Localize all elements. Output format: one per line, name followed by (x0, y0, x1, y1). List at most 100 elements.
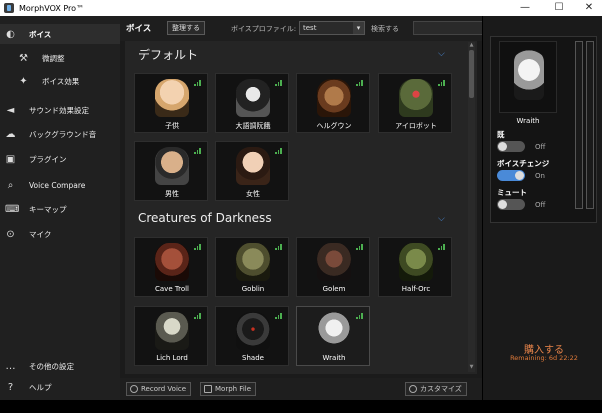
voice-name: ヘルグウン (316, 122, 352, 130)
input-level-meter (575, 41, 583, 209)
voice-icon: ◐ (6, 28, 15, 40)
more-icon: … (5, 360, 16, 372)
sidebar-item-other-settings[interactable]: … その他の設定 (0, 356, 120, 376)
sidebar-item-label: Voice Compare (29, 180, 86, 190)
tools-icon: ⚒ (19, 52, 28, 64)
cloud-icon: ☁ (5, 128, 16, 140)
trial-remaining: Remaining: 6d 22:22 (510, 354, 578, 362)
voice-card-child[interactable]: 子供 (134, 73, 208, 133)
signal-icon (194, 313, 201, 319)
voice-thumbnail (399, 243, 433, 281)
voice-card-cave-troll[interactable]: Cave Troll (134, 237, 208, 297)
signal-icon (356, 80, 363, 86)
voice-thumbnail (236, 79, 270, 117)
output-level-meter (586, 41, 594, 209)
section-title-creatures: Creatures of Darkness (138, 211, 272, 225)
sidebar: ◐ ボイス ⚒ 微調整 ✦ ボイス効果 ◄ サウンド効果設定 ☁ バックグラウン… (0, 16, 120, 400)
mute-state: Off (535, 201, 546, 209)
sidebar-item-voice[interactable]: ◐ ボイス (0, 24, 120, 44)
status-panel: Wraith 既 Off ボイスチェンジ On ミュート Off 購入する Re… (482, 16, 602, 400)
voice-thumbnail (236, 147, 270, 185)
sidebar-item-background[interactable]: ☁ バックグラウンド音 (0, 124, 120, 144)
sidebar-item-voice-effects[interactable]: ✦ ボイス効果 (0, 71, 120, 91)
minimize-button[interactable]: — (512, 0, 538, 16)
listen-state: Off (535, 143, 546, 151)
voice-card-lich-lord[interactable]: Lich Lord (134, 306, 208, 366)
record-voice-button[interactable]: Record Voice (126, 382, 192, 396)
bottom-strip (0, 400, 602, 413)
voice-list-scrollbar[interactable]: ▲ ▼ (468, 42, 475, 372)
morph-file-button[interactable]: Morph File (200, 382, 257, 396)
sidebar-item-label: 微調整 (42, 53, 65, 63)
plus-icon (409, 385, 417, 393)
voice-card-hellgoon[interactable]: ヘルグウン (296, 73, 370, 133)
window-title: MorphVOX Pro™ (19, 3, 85, 13)
section-title-default: デフォルト (138, 48, 199, 62)
sidebar-item-label: バックグラウンド音 (29, 129, 97, 139)
plugin-icon: ▣ (5, 153, 16, 165)
sidebar-item-mic[interactable]: ⊙ マイク (0, 224, 120, 244)
voice-card-golem[interactable]: Golem (296, 237, 370, 297)
search-input[interactable] (413, 21, 493, 35)
scroll-down-icon[interactable]: ▼ (468, 364, 475, 370)
profile-select[interactable]: test ▾ (299, 21, 365, 35)
mute-toggle[interactable] (497, 199, 525, 210)
voice-card-wraith[interactable]: Wraith (296, 306, 370, 366)
sidebar-item-sound-effects[interactable]: ◄ サウンド効果設定 (0, 100, 120, 120)
voice-card-goblin[interactable]: Goblin (215, 237, 289, 297)
signal-icon (438, 244, 445, 250)
voice-name: Lich Lord (156, 354, 188, 362)
voice-thumbnail (399, 79, 433, 117)
organize-button[interactable]: 整理する (167, 21, 205, 35)
voice-card-half-orc[interactable]: Half-Orc (378, 237, 452, 297)
sidebar-item-label: ボイス効果 (42, 76, 80, 86)
sidebar-item-label: その他の設定 (29, 361, 74, 371)
voice-thumbnail (155, 147, 189, 185)
profile-label: ボイスプロファイル: (231, 25, 297, 33)
collapse-chevron-icon[interactable]: ⌵ (438, 214, 445, 224)
selected-voice-box: Wraith 既 Off ボイスチェンジ On ミュート Off (490, 36, 597, 223)
maximize-button[interactable]: ☐ (546, 0, 572, 16)
signal-icon (356, 244, 363, 250)
voice-thumbnail (317, 79, 351, 117)
voice-card-dog[interactable]: 大語調阮餓 (215, 73, 289, 133)
signal-icon (275, 148, 282, 154)
sparkle-icon: ✦ (19, 75, 28, 87)
signal-icon (356, 313, 363, 319)
collapse-chevron-icon[interactable]: ⌵ (438, 49, 445, 59)
voice-thumbnail (236, 312, 270, 350)
keymap-icon: ⌨ (5, 203, 20, 215)
signal-icon (275, 244, 282, 250)
voice-thumbnail (155, 79, 189, 117)
voice-thumbnail (155, 243, 189, 281)
scrollbar-thumb[interactable] (469, 50, 474, 98)
voice-name: 女性 (246, 190, 260, 198)
page-title: ボイス (126, 24, 152, 34)
customize-button[interactable]: カスタマイズ (405, 382, 467, 396)
voice-card-irobot[interactable]: アイロボット (378, 73, 452, 133)
voice-card-male[interactable]: 男性 (134, 141, 208, 201)
close-button[interactable]: ✕ (576, 0, 602, 16)
sidebar-item-label: プラグイン (29, 154, 67, 164)
mic-icon: ⊙ (6, 228, 15, 240)
signal-icon (194, 148, 201, 154)
sidebar-item-keymap[interactable]: ⌨ キーマップ (0, 199, 120, 219)
scroll-up-icon[interactable]: ▲ (468, 42, 475, 48)
sidebar-item-plugins[interactable]: ▣ プラグイン (0, 149, 120, 169)
voice-card-female[interactable]: 女性 (215, 141, 289, 201)
sidebar-item-tweak[interactable]: ⚒ 微調整 (0, 48, 120, 68)
listen-toggle[interactable] (497, 141, 525, 152)
voice-card-shade[interactable]: Shade (215, 306, 289, 366)
voice-change-toggle[interactable] (497, 170, 525, 181)
sidebar-item-voice-compare[interactable]: ⌕ Voice Compare (0, 175, 120, 195)
sidebar-item-help[interactable]: ? ヘルプ (0, 377, 120, 397)
voice-thumbnail (317, 312, 351, 350)
magnifier-icon: ⌕ (7, 179, 14, 191)
voice-name: 子供 (165, 122, 179, 130)
voice-name: Cave Troll (155, 285, 189, 293)
voice-thumbnail (236, 243, 270, 281)
sidebar-item-label: マイク (29, 229, 52, 239)
search-label: 検索する (371, 25, 399, 33)
voice-name: 男性 (165, 190, 179, 198)
signal-icon (275, 313, 282, 319)
